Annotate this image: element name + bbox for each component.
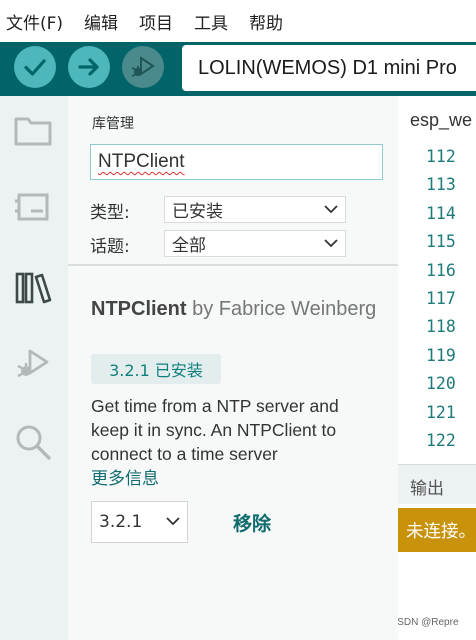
menu-help[interactable]: 帮助 bbox=[249, 9, 283, 34]
remove-button[interactable]: 移除 bbox=[233, 509, 271, 536]
debug-play-icon bbox=[129, 53, 157, 81]
search-input-value: NTPClient bbox=[98, 151, 185, 172]
search-panel-button[interactable] bbox=[10, 421, 56, 467]
boards-manager-button[interactable] bbox=[10, 186, 56, 232]
menu-edit[interactable]: 编辑 bbox=[84, 9, 118, 34]
version-select[interactable]: 3.2.1 bbox=[91, 501, 188, 543]
arrow-right-icon bbox=[76, 54, 102, 80]
editor-tab[interactable]: esp_we bbox=[410, 110, 472, 131]
connection-status-bar: 未连接。 bbox=[398, 508, 476, 552]
debug-button[interactable] bbox=[122, 46, 164, 88]
toolbar: LOLIN(WEMOS) D1 mini Pro bbox=[0, 42, 476, 96]
library-manager-button[interactable] bbox=[10, 266, 56, 312]
topic-filter-value: 全部 bbox=[172, 236, 206, 256]
board-selector[interactable]: LOLIN(WEMOS) D1 mini Pro bbox=[182, 45, 476, 91]
line-number: 115 bbox=[426, 232, 456, 252]
line-number: 122 bbox=[426, 431, 456, 451]
line-number: 112 bbox=[426, 147, 456, 166]
line-number: 114 bbox=[426, 203, 456, 223]
menu-sketch[interactable]: 项目 bbox=[139, 9, 173, 34]
chevron-down-icon bbox=[322, 200, 340, 223]
chevron-down-icon bbox=[322, 234, 340, 257]
library-manager-panel: 库管理 NTPClient 类型: 已安装 话题: 全部 NTPClient b… bbox=[68, 96, 398, 640]
upload-button[interactable] bbox=[68, 46, 110, 88]
more-info-link[interactable]: 更多信息 bbox=[91, 464, 159, 489]
output-title[interactable]: 输出 bbox=[410, 474, 444, 499]
installed-version-badge: 3.2.1 已安装 bbox=[91, 354, 221, 384]
editor-area: esp_we 112 113 114 115 116 117 118 119 1… bbox=[398, 96, 476, 640]
connection-status-text: 未连接。 bbox=[406, 522, 476, 542]
library-search-input[interactable]: NTPClient bbox=[90, 144, 383, 180]
panel-title: 库管理 bbox=[92, 116, 134, 132]
library-card-title: NTPClient by Fabrice Weinberg bbox=[91, 297, 381, 322]
sidebar bbox=[0, 96, 68, 640]
verify-button[interactable] bbox=[14, 46, 56, 88]
version-value: 3.2.1 bbox=[99, 512, 143, 532]
output-panel-header: 输出 bbox=[398, 464, 476, 504]
menu-tools[interactable]: 工具 bbox=[194, 9, 228, 34]
line-number-gutter: 112 113 114 115 116 117 118 119 120 121 … bbox=[426, 143, 456, 455]
check-icon bbox=[22, 54, 48, 80]
search-icon bbox=[13, 422, 53, 466]
line-number: 116 bbox=[426, 260, 456, 280]
debug-icon bbox=[13, 345, 53, 387]
sketchbook-button[interactable] bbox=[10, 109, 56, 155]
topic-filter-select[interactable]: 全部 bbox=[164, 230, 346, 257]
line-number: 113 bbox=[426, 175, 456, 195]
line-number: 121 bbox=[426, 402, 456, 422]
library-icon bbox=[13, 268, 53, 310]
type-filter-label: 类型: bbox=[90, 203, 130, 223]
debug-panel-button[interactable] bbox=[10, 343, 56, 389]
type-filter-value: 已安装 bbox=[172, 202, 223, 222]
library-author: by Fabrice Weinberg bbox=[192, 298, 377, 320]
menu-bar: 文件(F) 编辑 项目 工具 帮助 bbox=[0, 0, 476, 42]
library-name: NTPClient bbox=[91, 298, 187, 320]
line-number: 117 bbox=[426, 289, 456, 309]
menu-file[interactable]: 文件(F) bbox=[6, 9, 63, 34]
type-filter-select[interactable]: 已安装 bbox=[164, 196, 346, 223]
chevron-down-icon bbox=[164, 512, 182, 535]
line-number: 119 bbox=[426, 345, 456, 365]
library-description: Get time from a NTP server and keep it i… bbox=[91, 396, 339, 464]
board-icon bbox=[13, 189, 53, 229]
folder-icon bbox=[13, 112, 53, 152]
watermark: CSDN @Repre bbox=[398, 617, 459, 628]
panel-divider bbox=[68, 264, 398, 266]
line-number: 118 bbox=[426, 317, 456, 337]
topic-filter-label: 话题: bbox=[90, 237, 130, 257]
line-number: 120 bbox=[426, 374, 456, 394]
